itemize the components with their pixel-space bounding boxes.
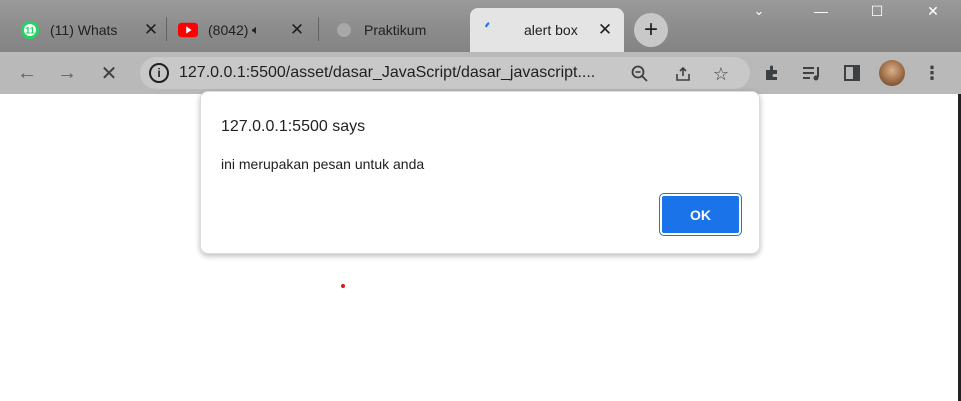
tab-title: alert box <box>524 22 578 38</box>
red-dot <box>341 284 345 288</box>
tab-title: (11) Whats <box>50 22 118 38</box>
bookmark-star-icon[interactable]: ☆ <box>711 64 731 84</box>
tab-youtube[interactable]: (8042) 🔈︎ ✕ <box>178 8 306 52</box>
extensions-icon[interactable] <box>761 62 783 84</box>
youtube-icon <box>178 20 198 40</box>
tab-title: Praktikum <box>364 22 427 38</box>
loading-icon <box>482 20 502 40</box>
tab-separator <box>166 17 167 41</box>
dialog-message: ini merupakan pesan untuk anda <box>221 156 425 172</box>
close-icon[interactable]: ✕ <box>596 20 614 39</box>
tab-praktikum[interactable]: Praktikum <box>334 8 474 52</box>
tab-title: (8042) <box>208 22 249 38</box>
close-icon[interactable]: ✕ <box>142 20 160 39</box>
media-queue-icon[interactable] <box>801 62 823 84</box>
back-icon[interactable]: ← <box>14 60 40 86</box>
window-controls: — ☐ ✕ <box>793 0 961 22</box>
browser-titlebar: 11 (11) Whats ✕ (8042) 🔈︎ ✕ Praktikum al… <box>0 0 961 52</box>
browser-toolbar: ← → ✕ i 127.0.0.1:5500/asset/dasar_JavaS… <box>0 52 961 94</box>
share-icon[interactable] <box>673 64 693 84</box>
tab-whatsapp[interactable]: 11 (11) Whats ✕ <box>20 8 160 52</box>
new-tab-button[interactable]: + <box>634 13 668 47</box>
close-icon[interactable]: ✕ <box>288 20 306 39</box>
page-icon <box>334 20 354 40</box>
address-bar[interactable]: i 127.0.0.1:5500/asset/dasar_JavaScript/… <box>140 57 750 89</box>
zoom-icon[interactable] <box>630 64 650 84</box>
dialog-title: 127.0.0.1:5500 says <box>221 118 366 135</box>
whatsapp-icon: 11 <box>20 20 40 40</box>
close-window-icon[interactable]: ✕ <box>905 0 961 22</box>
tab-search-icon[interactable]: ⌄ <box>748 2 770 20</box>
avatar[interactable] <box>879 60 905 86</box>
url-text[interactable]: 127.0.0.1:5500/asset/dasar_JavaScript/da… <box>179 64 619 82</box>
side-panel-icon[interactable] <box>841 62 863 84</box>
tab-alert-box[interactable]: alert box ✕ <box>470 8 624 52</box>
svg-text:11: 11 <box>25 26 35 36</box>
tab-separator <box>318 17 319 41</box>
minimize-icon[interactable]: — <box>793 0 849 22</box>
menu-icon[interactable]: ⋮ <box>921 62 943 84</box>
ok-button[interactable]: OK <box>660 194 741 235</box>
alert-dialog: 127.0.0.1:5500 says ini merupakan pesan … <box>200 91 760 254</box>
maximize-icon[interactable]: ☐ <box>849 0 905 22</box>
stop-icon[interactable]: ✕ <box>96 60 122 86</box>
forward-icon[interactable]: → <box>54 60 80 86</box>
info-icon[interactable]: i <box>149 63 169 83</box>
speaker-icon[interactable]: 🔈︎ <box>252 22 270 38</box>
